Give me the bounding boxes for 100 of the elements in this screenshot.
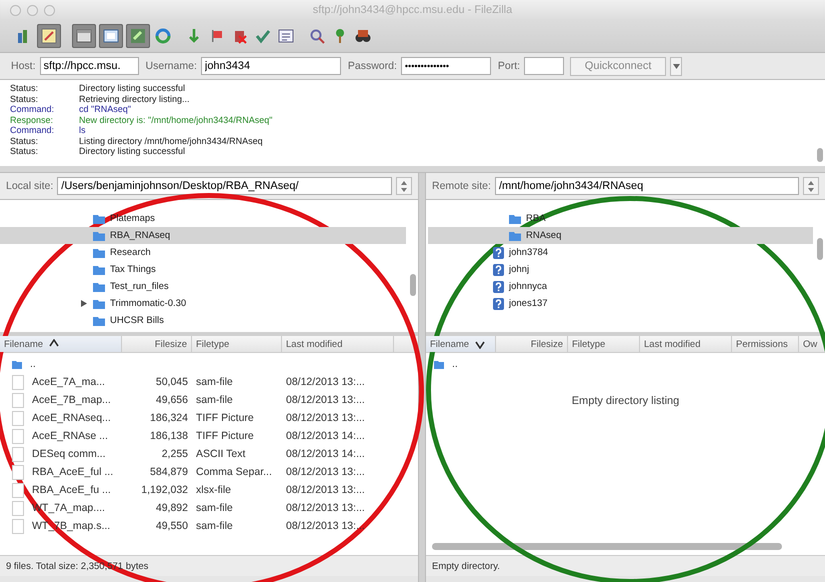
path-dropdown-button[interactable] [803,177,819,195]
refresh-icon [154,27,172,45]
tree-item[interactable]: Research [0,244,406,261]
site-path-field[interactable]: /mnt/home/john3434/RNAseq [494,177,799,195]
folder-icon [93,264,105,274]
log-label: Response: [10,114,54,125]
column-header[interactable]: Filesize [496,336,568,352]
file-name[interactable]: AceE_7B_map... [32,394,111,406]
tree-item[interactable]: john3784 [428,244,813,261]
tree-item[interactable]: RNAseq [428,227,813,244]
toolbar-button[interactable] [99,24,123,48]
column-header[interactable]: Filename [426,336,496,352]
field-label: Username: [146,60,197,72]
file-icon [12,374,24,390]
expand-arrow-icon [81,300,87,307]
file-date: 08/12/2013 13:... [285,502,366,514]
file-name[interactable]: AceE_7A_ma... [32,376,105,388]
question-mark-icon [493,264,504,276]
scrollbar-thumb[interactable] [432,543,782,550]
file-size: 49,550 [154,520,189,532]
file-name[interactable]: .. [30,358,36,370]
folder-icon [509,230,521,240]
tree-item[interactable]: Platemaps [0,210,406,227]
toolbar-button[interactable] [126,24,150,48]
folder-icon [12,360,22,368]
log-message: Directory listing successful [79,146,186,156]
field-label: Password: [348,60,397,72]
scrollbar-thumb[interactable] [817,238,823,260]
tree-item[interactable]: johnnyca [428,278,813,295]
file-type: sam-file [195,502,234,514]
window-icon [75,27,93,45]
pane-splitter[interactable] [418,173,426,582]
tree-item[interactable]: Test_run_files [0,278,406,295]
file-name[interactable]: AceE_RNAse ... [32,430,108,442]
dropdown-button[interactable] [670,56,682,76]
file-type: TIFF Picture [195,430,255,442]
check-icon [254,27,272,45]
log-label: Status: [10,136,40,146]
username-field[interactable]: john3434 [200,57,341,75]
path-dropdown-button[interactable] [396,177,412,195]
file-size: 49,656 [154,394,189,406]
status-text: Empty directory. [432,560,500,572]
scrollbar-thumb[interactable] [817,148,823,162]
file-icon [12,464,24,480]
caret-icon [672,64,680,68]
question-mark-icon [493,298,504,310]
host-field[interactable]: sftp://hpcc.msu. [40,57,139,75]
file-date: 08/12/2013 13:... [285,376,366,388]
toolbar-button[interactable] [72,24,96,48]
file-icon [12,392,24,408]
tree-item[interactable]: UHCSR Bills [0,312,406,329]
file-icon [12,500,24,516]
tree-item[interactable]: Tax Things [0,261,406,278]
tree-item[interactable]: johnj [428,261,813,278]
file-date: 08/12/2013 14:... [285,430,366,442]
tree-item[interactable]: Trimmomatic-0.30 [0,295,406,312]
scrollbar-thumb[interactable] [410,274,416,296]
log-message: Retrieving directory listing... [79,94,190,104]
file-date: 08/12/2013 13:... [285,394,366,406]
empty-message: Empty directory listing [570,395,680,407]
file-size: 50,045 [154,376,189,388]
file-type: sam-file [195,394,234,406]
column-header[interactable]: Permissions [732,336,799,352]
column-header[interactable]: Filename [0,336,122,352]
log-message: Directory listing successful [79,83,186,94]
tree-item[interactable]: RBA_RNAseq [0,227,406,244]
file-name[interactable]: DESeq comm... [32,448,106,460]
question-mark-icon [493,280,504,292]
log-label: Command: [10,125,56,136]
file-name[interactable]: RBA_AceE_fu ... [32,484,111,496]
file-name[interactable]: .. [452,358,458,370]
transfer-icon [129,27,147,45]
password-field[interactable]: •••••••••••••• [400,57,491,75]
port-field[interactable] [524,57,564,75]
column-header[interactable]: Last modified [640,336,732,352]
window-icon [102,27,120,45]
site-label: Remote site: [432,180,491,192]
site-path-field[interactable]: /Users/benjaminjohnson/Desktop/RBA_RNAseq/ [57,177,392,195]
column-header[interactable]: Last modified [282,336,394,352]
window-title: sftp://john3434@hpcc.msu.edu - FileZilla [312,4,512,16]
log-message: New directory is: "/mnt/home/john3434/RNAseq" [79,114,272,125]
column-header[interactable]: Ow [799,336,824,352]
log-message: ls [79,125,86,136]
stepper-icon [401,180,407,192]
file-icon [12,428,24,444]
sort-descending-icon [475,341,486,349]
folder-icon [434,360,444,368]
column-header[interactable]: Filetype [568,336,640,352]
file-type: sam-file [195,520,234,532]
question-mark-icon [493,246,504,258]
tree-item[interactable]: jones137 [428,295,813,312]
file-date: 08/12/2013 13:... [285,466,366,478]
file-size: 186,324 [149,412,189,424]
file-name[interactable]: AceE_RNAseq... [32,412,111,424]
column-header[interactable]: Filetype [192,336,282,352]
file-icon [12,518,24,534]
file-size: 1,192,032 [140,484,189,496]
file-name[interactable]: RBA_AceE_ful ... [32,466,114,478]
column-header[interactable]: Filesize [122,336,192,352]
toolbar-button[interactable] [37,24,61,48]
